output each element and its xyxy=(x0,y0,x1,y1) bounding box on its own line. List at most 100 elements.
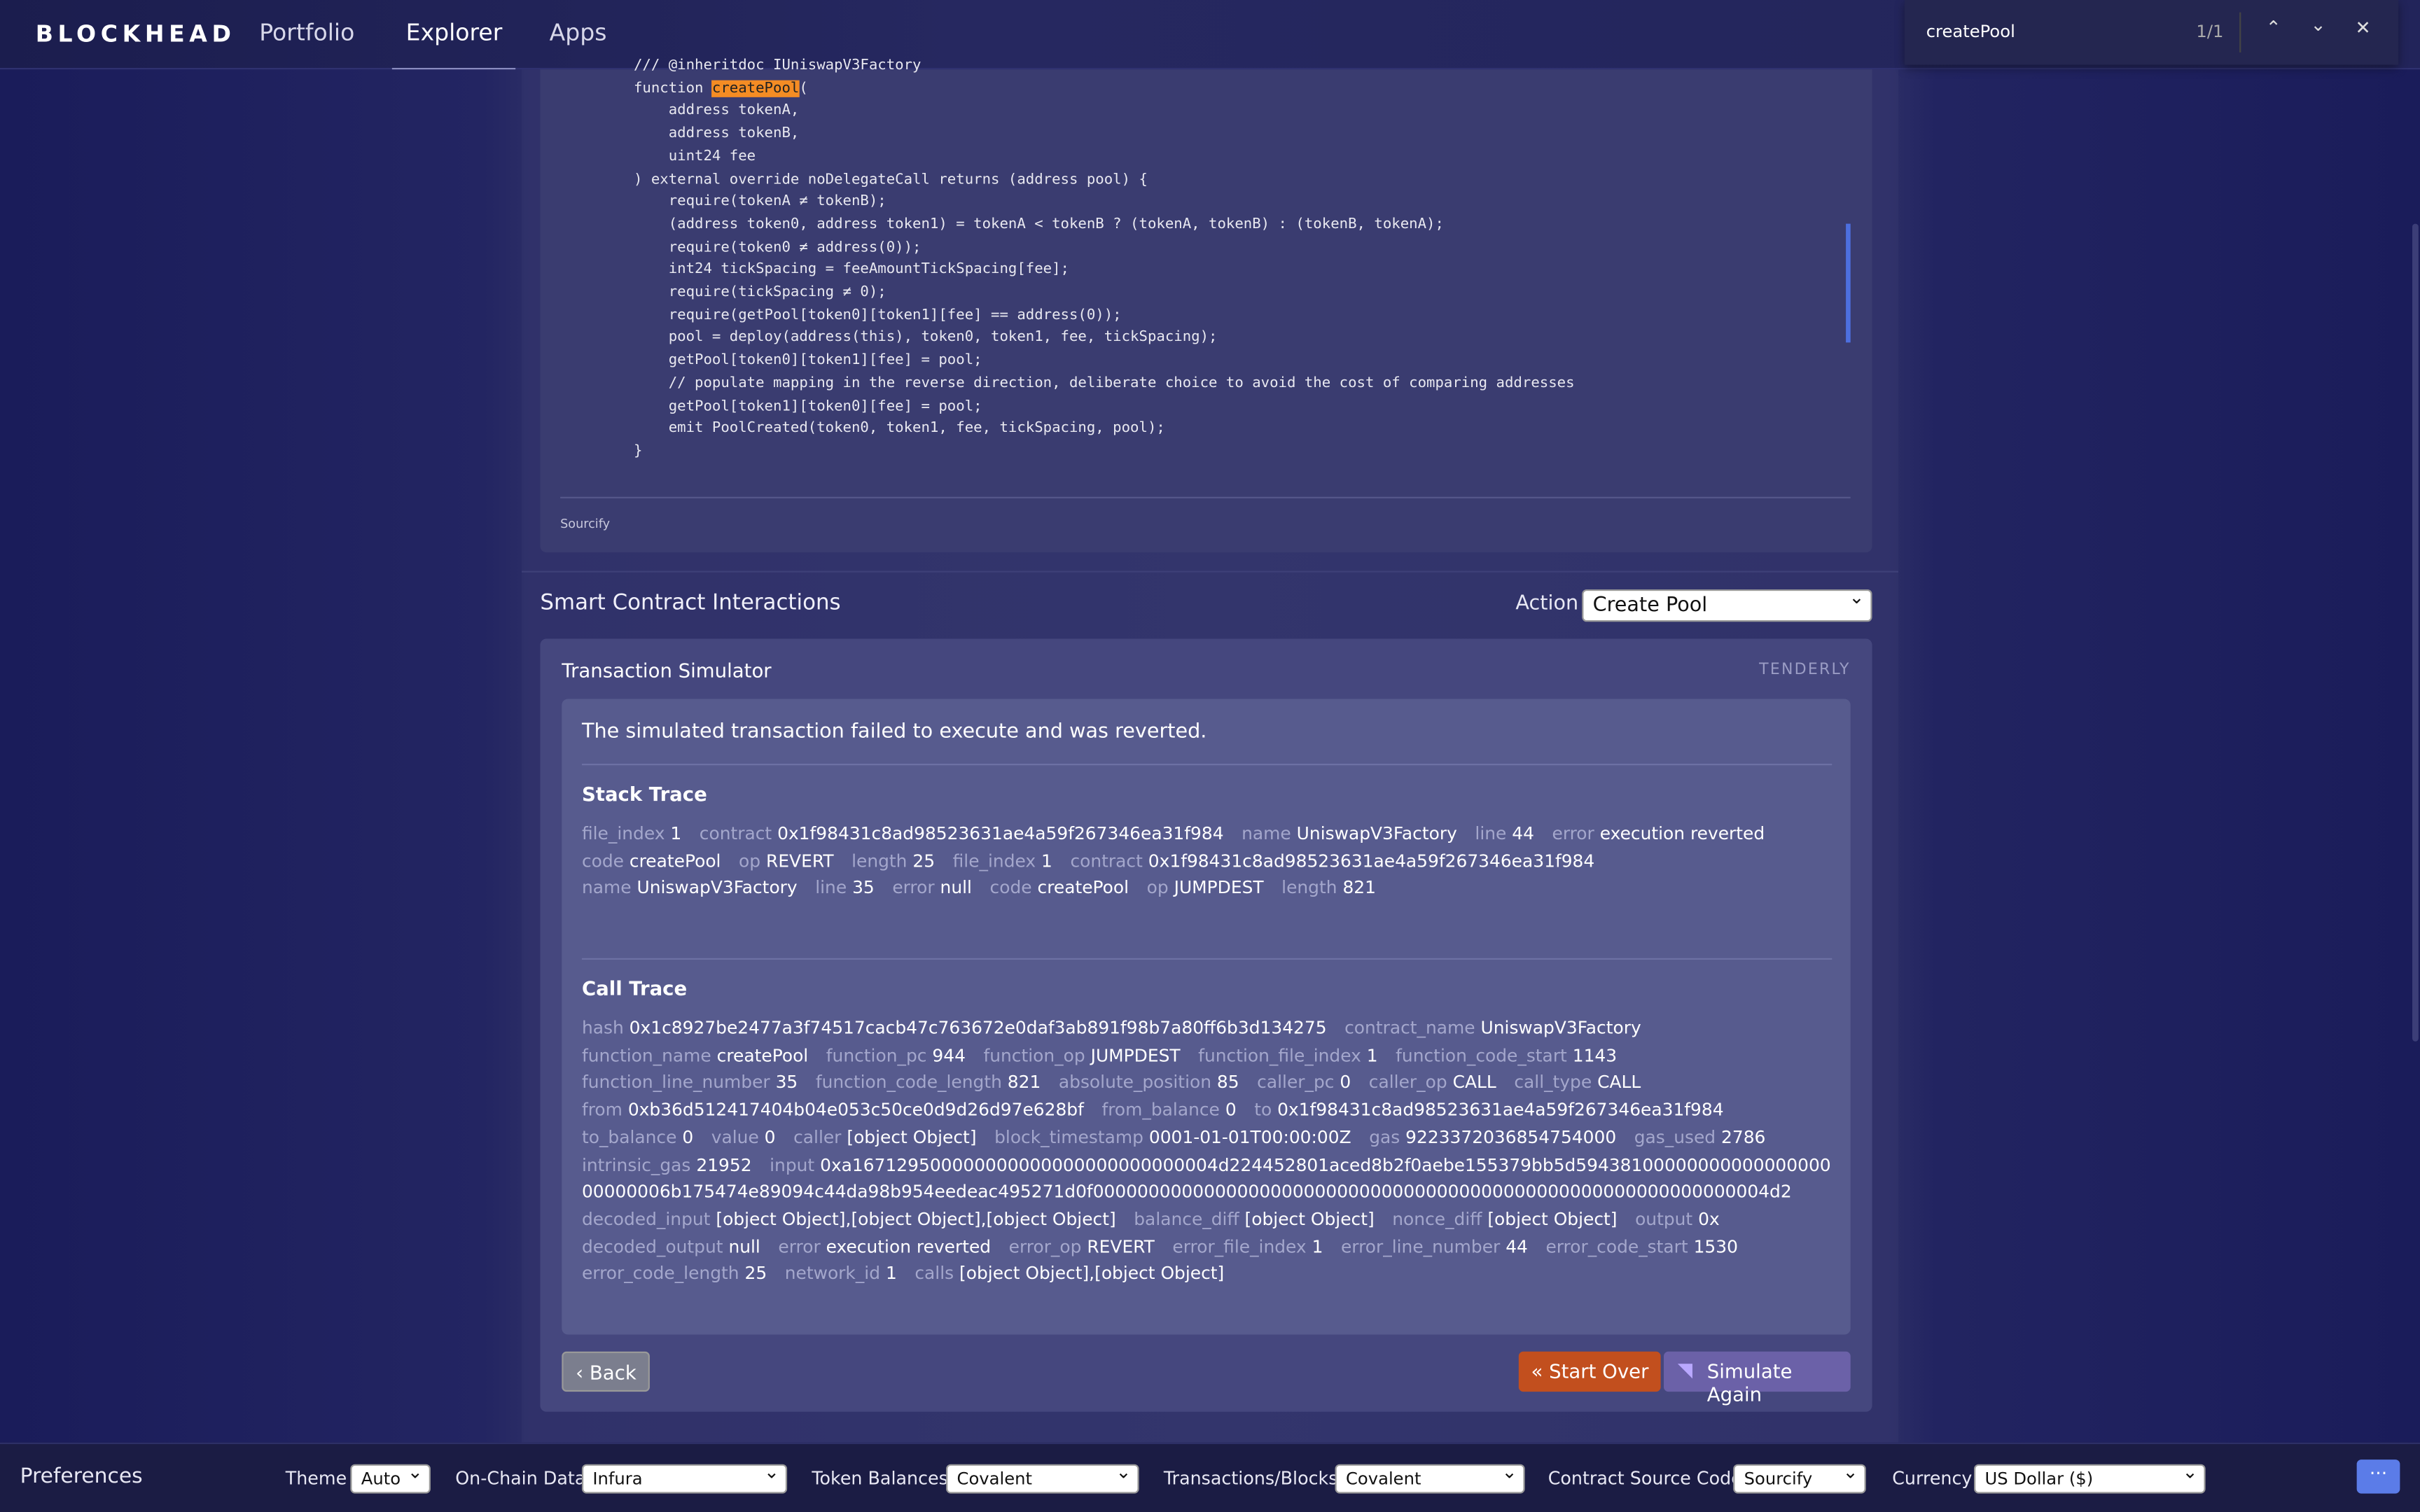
back-button[interactable]: ‹ Back xyxy=(562,1351,651,1392)
trace-field: length 25 xyxy=(851,851,935,872)
trace-key: function_pc xyxy=(826,1045,927,1066)
trace-key: function_file_index xyxy=(1198,1045,1361,1066)
chevron-down-icon[interactable]: ⌄ xyxy=(2311,14,2326,36)
trace-value: createPool xyxy=(629,851,721,872)
trace-key: name xyxy=(581,878,632,899)
currency-select[interactable]: US Dollar ($) xyxy=(1974,1461,2206,1494)
token-balances-select[interactable]: Covalent xyxy=(946,1461,1139,1494)
trace-value: JUMPDEST xyxy=(1174,878,1264,899)
source-code-panel: /// @inheritdoc IUniswapV3Factory functi… xyxy=(540,57,1872,553)
divider xyxy=(2239,12,2241,52)
trace-field: block_timestamp 0001-01-01T00:00:00Z xyxy=(994,1128,1351,1148)
trace-field: function_line_number 35 xyxy=(582,1073,798,1093)
trace-key: network_id xyxy=(784,1264,881,1284)
trace-value: null xyxy=(728,1236,760,1257)
trace-field: to 0x1f98431c8ad98523631ae4a59f267346ea3… xyxy=(1254,1100,1723,1121)
trace-key: contract xyxy=(699,823,772,844)
trace-value: CALL xyxy=(1452,1072,1496,1093)
trace-key: absolute_position xyxy=(1058,1072,1212,1093)
trace-key: line xyxy=(1475,823,1507,844)
nav-portfolio[interactable]: Portfolio xyxy=(259,18,354,46)
trace-field: code createPool xyxy=(582,851,721,872)
trace-value: 1 xyxy=(1366,1045,1378,1066)
theme-label: Theme xyxy=(285,1467,347,1489)
trace-field: function_name createPool xyxy=(582,1046,808,1066)
trace-field: line 44 xyxy=(1475,824,1534,844)
trace-key: decoded_input xyxy=(581,1209,711,1230)
trace-field: from 0xb36d512417404b04e053c50ce0d9d26d9… xyxy=(582,1100,1084,1121)
trace-field: to_balance 0 xyxy=(582,1128,693,1148)
trace-field: error null xyxy=(892,878,972,899)
trace-field: op REVERT xyxy=(739,851,833,872)
trace-key: error_code_start xyxy=(1545,1236,1688,1257)
divider xyxy=(560,496,1851,498)
trace-key: to xyxy=(1254,1100,1272,1121)
trace-key: error_code_length xyxy=(581,1264,739,1284)
trace-value: 0x1f98431c8ad98523631ae4a59f267346ea31f9… xyxy=(1277,1100,1724,1121)
trace-value: createPool xyxy=(716,1045,809,1066)
trace-key: input xyxy=(770,1154,815,1175)
trace-key: decoded_output xyxy=(581,1236,723,1257)
nav-apps[interactable]: Apps xyxy=(550,18,607,46)
currency-label: Currency xyxy=(1892,1467,1973,1489)
find-input[interactable]: createPool xyxy=(1926,22,2015,42)
stack-trace: file_index 1 contract 0x1f98431c8ad98523… xyxy=(582,821,1840,903)
trace-key: caller_pc xyxy=(1257,1072,1335,1093)
trace-value: [object Object] xyxy=(1244,1209,1375,1230)
trace-key: op xyxy=(739,851,761,872)
chevron-up-icon[interactable]: ⌃ xyxy=(2266,17,2281,38)
onchain-select[interactable]: Infura xyxy=(581,1461,788,1494)
trace-key: caller xyxy=(793,1127,842,1148)
trace-value: 1 xyxy=(670,823,682,844)
trace-key: error_line_number xyxy=(1340,1236,1501,1257)
trace-key: output xyxy=(1635,1209,1693,1230)
trace-value: 1 xyxy=(1041,851,1052,872)
trace-key: error_file_index xyxy=(1172,1236,1307,1257)
trace-value: 25 xyxy=(744,1264,767,1284)
trace-key: caller_op xyxy=(1368,1072,1447,1093)
trace-value: 0 xyxy=(1340,1072,1351,1093)
start-over-button[interactable]: « Start Over xyxy=(1518,1351,1662,1392)
trace-key: calls xyxy=(915,1264,954,1284)
trace-value: 0 xyxy=(1225,1100,1237,1121)
logo[interactable]: BLOCKHEAD xyxy=(36,20,236,48)
action-select[interactable]: Create Pool xyxy=(1582,587,1872,622)
trace-field: value 0 xyxy=(711,1128,776,1148)
trace-field: input 0xa1671295000000000000000000000000… xyxy=(582,1155,1831,1203)
code-text: ( address tokenA, address tokenB, uint24… xyxy=(633,79,1575,460)
simulation-result: The simulated transaction failed to exec… xyxy=(562,699,1851,1335)
trace-field: error_code_start 1530 xyxy=(1545,1237,1738,1257)
trace-field: function_code_start 1143 xyxy=(1396,1046,1617,1066)
transactions-select[interactable]: Covalent xyxy=(1335,1461,1525,1494)
trace-key: function_name xyxy=(581,1045,711,1066)
trace-field: call_type CALL xyxy=(1514,1073,1641,1093)
preferences-title: Preferences xyxy=(20,1464,143,1489)
trace-value: 44 xyxy=(1505,1236,1528,1257)
trace-field: length 821 xyxy=(1281,878,1376,899)
trace-field: function_op JUMPDEST xyxy=(983,1046,1180,1066)
trace-key: error_op xyxy=(1008,1236,1082,1257)
simulator-title: Transaction Simulator xyxy=(562,659,772,682)
trace-field: hash 0x1c8927be2477a3f74517cacb47c763672… xyxy=(582,1018,1327,1039)
trace-key: file_index xyxy=(581,823,665,844)
trace-value: JUMPDEST xyxy=(1090,1045,1181,1066)
source-code: /// @inheritdoc IUniswapV3Factory functi… xyxy=(599,55,1575,463)
nav-explorer[interactable]: Explorer xyxy=(391,18,517,70)
simulate-again-button[interactable]: ◥ Simulate Again xyxy=(1664,1351,1851,1406)
theme-select[interactable]: Auto xyxy=(350,1461,431,1494)
trace-key: contract_name xyxy=(1344,1018,1475,1039)
trace-field: error_op REVERT xyxy=(1009,1237,1155,1257)
more-menu-button[interactable]: ··· xyxy=(2356,1460,2400,1494)
source-code-select[interactable]: Sourcify xyxy=(1733,1461,1866,1494)
trace-field: from_balance 0 xyxy=(1101,1100,1236,1121)
trace-key: from_balance xyxy=(1101,1100,1220,1121)
trace-field: error_line_number 44 xyxy=(1341,1237,1528,1257)
close-icon[interactable]: ✕ xyxy=(2355,17,2370,38)
code-scrollbar[interactable] xyxy=(1846,223,1851,343)
trace-value: UniswapV3Factory xyxy=(637,878,798,899)
trace-field: absolute_position 85 xyxy=(1059,1073,1239,1093)
trace-value: 35 xyxy=(852,878,875,899)
trace-value: 1 xyxy=(1312,1236,1323,1257)
trace-value: createPool xyxy=(1037,878,1129,899)
page-scrollbar[interactable] xyxy=(2412,223,2419,1042)
